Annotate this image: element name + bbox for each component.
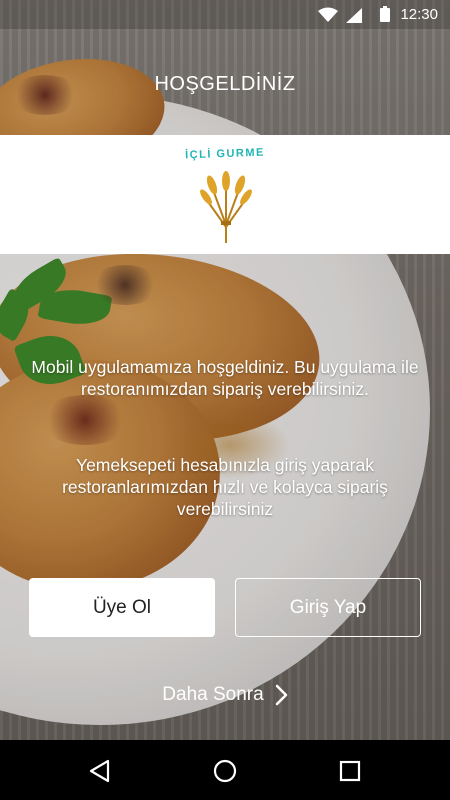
status-time: 12:30	[400, 6, 438, 23]
yemeksepeti-message: Yemeksepeti hesabınızla giriş yaparak re…	[62, 455, 388, 519]
back-icon[interactable]	[86, 757, 114, 785]
recent-apps-icon[interactable]	[336, 757, 364, 785]
status-bar: 12:30	[0, 0, 450, 29]
signup-button[interactable]: Üye Ol	[29, 578, 215, 637]
login-button[interactable]: Giriş Yap	[235, 578, 421, 637]
wifi-icon	[318, 7, 338, 22]
home-icon[interactable]	[211, 757, 239, 785]
later-label: Daha Sonra	[162, 684, 264, 705]
system-nav-bar	[0, 740, 450, 800]
signal-icon	[346, 8, 362, 23]
welcome-message: Mobil uygulamamıza hoşgeldiniz. Bu uygul…	[31, 357, 419, 399]
battery-icon	[380, 6, 390, 22]
chevron-right-icon	[275, 684, 287, 706]
later-button[interactable]: Daha Sonra	[140, 680, 310, 710]
wheat-icon	[200, 171, 252, 243]
page-title: HOŞGELDİNİZ	[154, 73, 296, 95]
